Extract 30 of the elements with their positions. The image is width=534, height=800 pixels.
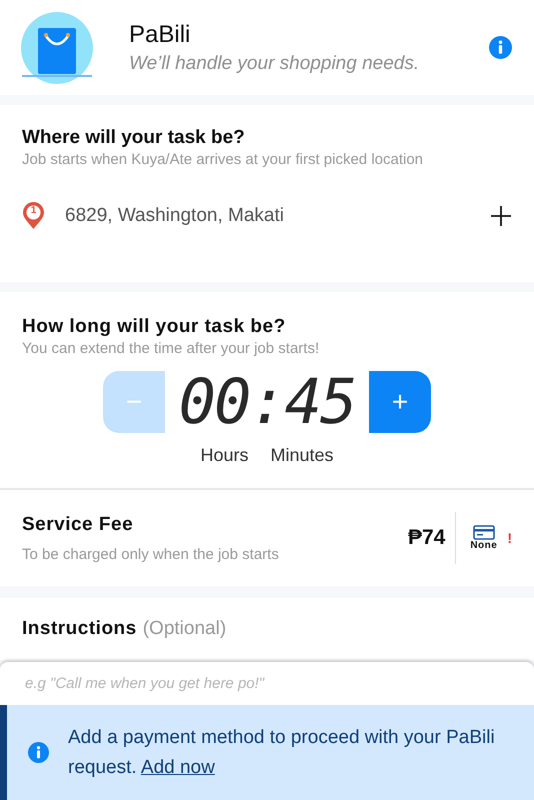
payment-method-label[interactable]: None (470, 540, 498, 551)
add-now-link[interactable]: Add now (140, 756, 215, 778)
add-icon[interactable] (490, 205, 512, 227)
section-title: Where will your task be? (22, 127, 246, 149)
shopping-bag-icon (21, 12, 93, 84)
app-tagline: We’ll handle your shopping needs. (129, 52, 420, 74)
app-title: PaBili (129, 20, 192, 48)
section-title: Instructions (22, 618, 137, 640)
section-subtitle: You can extend the time after your job starts! (22, 340, 320, 357)
unit-label: Minutes (270, 445, 334, 466)
alert-mark: ! (507, 530, 512, 546)
fee-amount: ₱74 (408, 526, 446, 550)
stop-number: 1 (30, 205, 38, 216)
credit-card-icon[interactable] (472, 525, 495, 540)
info-icon (28, 742, 49, 763)
section-title: How long will your task be? (22, 316, 287, 338)
address-text[interactable]: 6829, Washington, Makati (65, 205, 490, 227)
section-title: Service Fee (22, 514, 134, 536)
section-subtitle: Job starts when Kuya/Ate arrives at your first picked location (22, 151, 424, 168)
section-subtitle: To be charged only when the job starts (22, 546, 280, 562)
info-button[interactable] (489, 36, 512, 59)
info-icon (489, 36, 512, 59)
duration-display: 00:45 (178, 371, 356, 433)
location-pin-icon (22, 202, 45, 230)
instructions-field[interactable]: e.g "Call me when you get here po!" (0, 662, 534, 705)
unit-label: Hours (200, 445, 248, 466)
optional-label: (Optional) (142, 618, 226, 640)
decrease-button: − (103, 371, 165, 433)
increase-button[interactable]: + (369, 371, 431, 433)
payment-notice: Add a payment method to proceed with your PaBili request. Add now (68, 726, 496, 780)
